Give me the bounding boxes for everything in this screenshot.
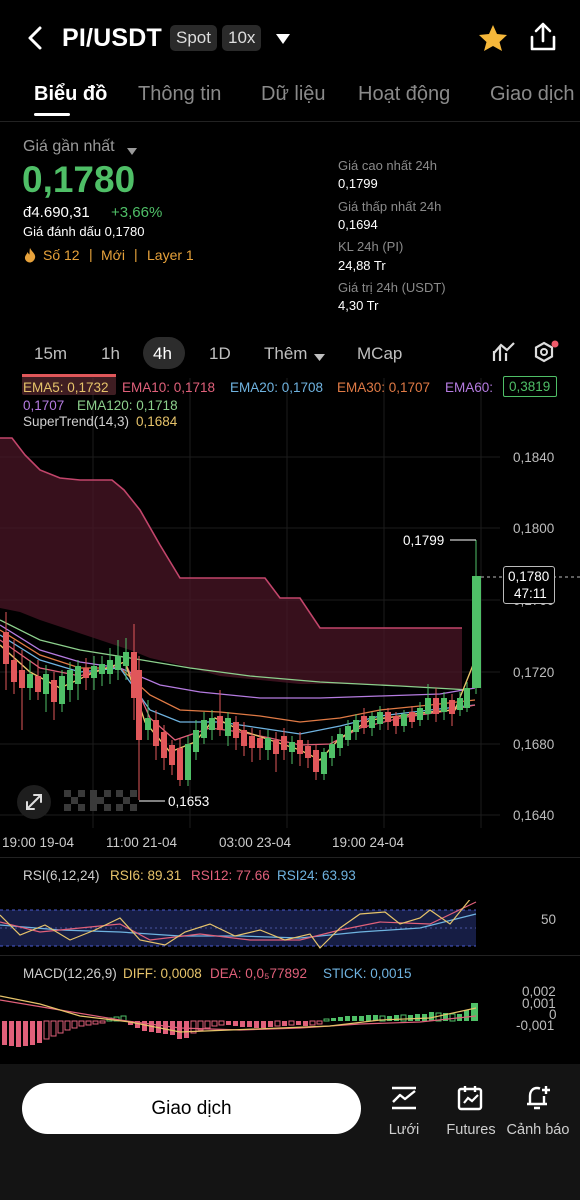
timeframe-mcap[interactable]: MCap <box>357 344 402 364</box>
ema60-legend-value: 0,1707 <box>23 398 65 413</box>
stat-volume-value: 24,88 Tr <box>338 258 386 273</box>
grid-label: Lưới <box>388 1122 420 1138</box>
tag-separator: | <box>134 246 138 262</box>
mark-price: Giá đánh dấu 0,1780 <box>23 224 145 239</box>
new-tag[interactable]: Mới <box>101 247 125 263</box>
countdown-timer: 47:11 <box>514 586 547 601</box>
section-divider <box>0 955 580 956</box>
star-icon[interactable] <box>478 24 508 57</box>
macd-diff-line <box>0 995 477 1033</box>
ema10-legend: EMA10: 0,1718 <box>122 380 216 395</box>
expand-chart-icon[interactable] <box>17 785 51 819</box>
macd-diff: DIFF: 0,0008 <box>123 966 202 981</box>
stat-value-label: Giá trị 24h (USDT) <box>338 280 446 295</box>
x-axis-label: 19:00 19-04 <box>2 835 75 850</box>
futures-label: Futures <box>446 1122 496 1138</box>
pair-title[interactable]: PI/USDT <box>62 24 162 53</box>
x-axis-label: 03:00 23-04 <box>219 835 292 850</box>
macd-histogram <box>2 1003 478 1047</box>
futures-icon <box>457 1084 485 1117</box>
stat-high-label: Giá cao nhất 24h <box>338 158 438 173</box>
macd-chart[interactable] <box>0 990 500 1050</box>
x-axis-label: 19:00 24-04 <box>332 835 405 850</box>
supertrend-legend: SuperTrend(14,3) <box>23 414 130 429</box>
ema5-badge-highlight <box>22 374 116 377</box>
share-icon[interactable] <box>529 22 557 57</box>
exchange-watermark-icon <box>64 790 138 817</box>
timeframe-4h[interactable]: 4h <box>153 344 172 364</box>
y-axis-label: 0,1680 <box>513 737 555 752</box>
indicator-icon[interactable] <box>492 341 516 368</box>
x-axis-label: 11:00 21-04 <box>106 835 178 850</box>
ema30-legend: EMA30: 0,1707 <box>337 380 431 395</box>
stat-high-value: 0,1799 <box>338 176 378 191</box>
layer-tag[interactable]: Layer 1 <box>147 247 194 263</box>
spot-badge: Spot <box>170 25 217 51</box>
rank-tag[interactable]: Số 12 <box>43 247 80 263</box>
ema5-legend: EMA5: 0,1732 <box>23 380 109 395</box>
y-axis-label: 0,1840 <box>513 450 555 465</box>
rsi-axis-label: 50 <box>541 912 557 927</box>
timeframe-1d[interactable]: 1D <box>209 344 231 364</box>
stat-low-label: Giá thấp nhất 24h <box>338 199 442 214</box>
tag-separator: | <box>89 246 93 262</box>
y-axis-label: 0,1720 <box>513 665 555 680</box>
current-price-value: 0,1780 <box>508 569 550 584</box>
price-change: +3,66% <box>111 204 163 221</box>
alert-label: Cảnh báo <box>506 1122 570 1138</box>
grid-bot-button[interactable]: Lưới <box>382 1084 426 1140</box>
macd-title: MACD(12,26,9) <box>23 966 117 981</box>
supertrend-legend-value: 0,1684 <box>136 414 178 429</box>
leverage-badge: 10x <box>222 25 262 51</box>
fire-icon <box>23 247 37 268</box>
tab-chart[interactable]: Biểu đồ <box>34 83 107 106</box>
tabs-divider <box>0 121 580 122</box>
rsi6-legend: RSI6: 89.31 <box>110 868 182 883</box>
fiat-price: đ4.690,31 <box>23 204 90 221</box>
supertrend-band <box>0 438 462 690</box>
rsi12-legend: RSI12: 77.66 <box>191 868 270 883</box>
grid-icon <box>390 1084 418 1117</box>
tab-activity[interactable]: Hoạt động <box>358 83 450 106</box>
tab-data[interactable]: Dữ liệu <box>261 83 326 106</box>
tab-info[interactable]: Thông tin <box>138 83 221 106</box>
chart-settings-icon[interactable] <box>533 340 559 371</box>
ema20-legend: EMA20: 0,1708 <box>230 380 324 395</box>
rsi-chart[interactable] <box>0 900 500 950</box>
last-price-label[interactable]: Giá gần nhất <box>23 138 115 156</box>
back-icon[interactable] <box>24 24 48 52</box>
stat-volume-label: KL 24h (PI) <box>338 239 404 254</box>
scale-badge-value: 0,3819 <box>509 379 551 394</box>
low-price-label: 0,1653 <box>168 794 210 809</box>
stat-value-value: 4,30 Tr <box>338 298 379 313</box>
timeframe-1h[interactable]: 1h <box>101 344 120 364</box>
rsi24-legend: RSI24: 63.93 <box>277 868 356 883</box>
ema120-legend: EMA120: 0,1718 <box>77 398 178 413</box>
section-divider <box>0 857 580 858</box>
trade-button[interactable]: Giao dịch <box>22 1083 361 1134</box>
rsi-title: RSI(6,12,24) <box>23 868 100 883</box>
y-axis-label: 0,1800 <box>513 521 555 536</box>
y-axis-label: 0,1640 <box>513 808 555 823</box>
last-price: 0,1780 <box>22 159 136 200</box>
tab-active-indicator <box>34 113 70 116</box>
high-price-label: 0,1799 <box>403 533 445 548</box>
bell-plus-icon <box>524 1084 552 1117</box>
price-alert-button[interactable]: Cảnh báo <box>505 1084 571 1140</box>
caret-down-icon[interactable] <box>314 349 325 367</box>
timeframe-more[interactable]: Thêm <box>264 344 307 364</box>
timeframe-15m[interactable]: 15m <box>34 344 67 364</box>
macd-axis-label: -0,001 <box>516 1018 555 1033</box>
tab-trade[interactable]: Giao dịch <box>490 83 575 106</box>
stat-low-value: 0,1694 <box>338 217 378 232</box>
candlestick-chart[interactable] <box>0 374 580 830</box>
caret-down-icon[interactable] <box>275 32 291 50</box>
futures-button[interactable]: Futures <box>444 1084 498 1140</box>
macd-stick: STICK: 0,0015 <box>323 966 412 981</box>
ema60-legend: EMA60: <box>445 380 494 395</box>
macd-dea: DEA: 0,0₅77892 <box>210 966 308 981</box>
